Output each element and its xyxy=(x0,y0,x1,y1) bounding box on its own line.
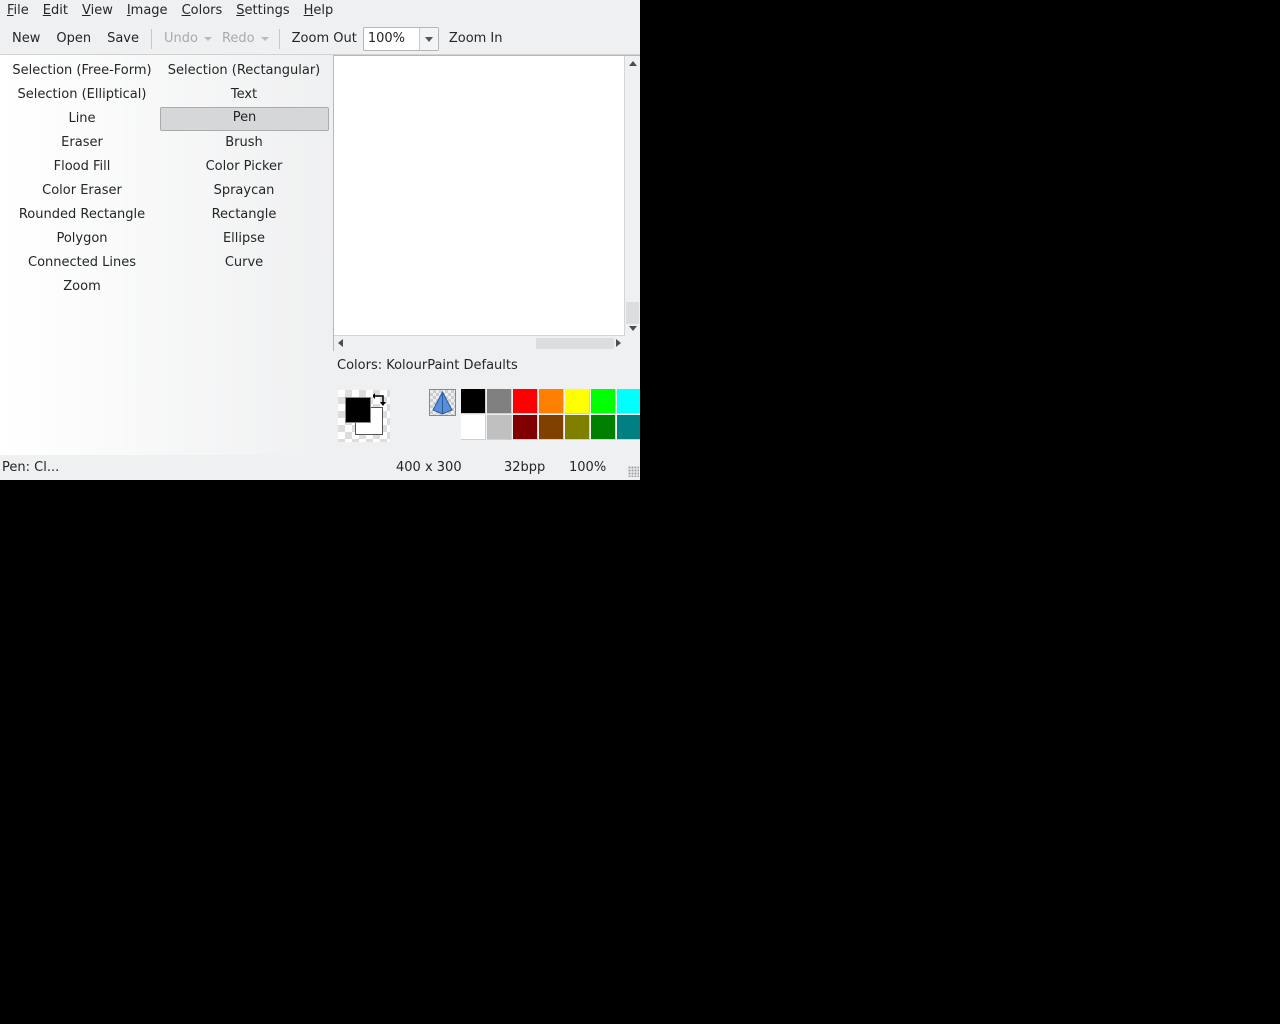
status-message: Pen: Cl... xyxy=(2,460,60,475)
color-palette xyxy=(461,389,640,442)
toolbar-separator xyxy=(278,28,280,49)
transparent-color-swatch[interactable] xyxy=(429,389,456,416)
chevron-down-icon[interactable] xyxy=(418,27,438,50)
palette-swatch[interactable] xyxy=(591,415,616,440)
palette-swatch[interactable] xyxy=(513,389,538,414)
tool-connected-lines[interactable]: Connected Lines xyxy=(0,252,166,274)
zoom-in-button[interactable]: Zoom In xyxy=(443,27,509,51)
tool-polygon[interactable]: Polygon xyxy=(0,228,166,250)
palette-swatch[interactable] xyxy=(461,389,486,414)
tool-spraycan[interactable]: Spraycan xyxy=(160,180,328,202)
drawing-canvas[interactable] xyxy=(333,55,640,351)
main-toolbar: New Open Save Undo Redo Zoom Out 100% Zo… xyxy=(0,23,640,55)
status-image-size: 400 x 300 xyxy=(396,460,462,475)
palette-swatch[interactable] xyxy=(513,415,538,440)
tool-curve[interactable]: Curve xyxy=(160,252,328,274)
menu-edit[interactable]: Edit xyxy=(36,0,75,22)
new-button[interactable]: New xyxy=(6,27,46,51)
zoom-out-button[interactable]: Zoom Out xyxy=(286,27,363,51)
colors-palette-label: Colors: KolourPaint Defaults xyxy=(337,358,518,373)
kolourpaint-window: File Edit View Image Colors Settings Hel… xyxy=(0,0,640,480)
palette-swatch[interactable] xyxy=(539,389,564,414)
tool-selection-elliptical[interactable]: Selection (Elliptical) xyxy=(0,84,166,106)
tool-selection-rectangular[interactable]: Selection (Rectangular) xyxy=(160,60,328,82)
tool-ellipse[interactable]: Ellipse xyxy=(160,228,328,250)
transparency-icon xyxy=(432,390,453,415)
vertical-scroll-thumb[interactable] xyxy=(626,302,639,324)
palette-swatch[interactable] xyxy=(565,415,590,440)
menu-image[interactable]: Image xyxy=(120,0,175,22)
palette-swatch[interactable] xyxy=(487,415,512,440)
tool-eraser[interactable]: Eraser xyxy=(0,132,166,154)
palette-swatch[interactable] xyxy=(617,415,640,440)
zoom-value[interactable]: 100% xyxy=(364,31,419,46)
palette-swatch[interactable] xyxy=(565,389,590,414)
vertical-scrollbar[interactable] xyxy=(624,56,640,336)
menu-file[interactable]: File xyxy=(0,0,36,22)
scroll-corner xyxy=(624,336,640,351)
tool-color-picker[interactable]: Color Picker xyxy=(160,156,328,178)
menu-help[interactable]: Help xyxy=(297,0,341,22)
undo-button[interactable]: Undo xyxy=(158,27,204,51)
foreground-background-colors[interactable] xyxy=(338,390,390,442)
status-color-depth: 32bpp xyxy=(504,460,546,475)
tool-line[interactable]: Line xyxy=(0,108,166,130)
palette-swatch[interactable] xyxy=(487,389,512,414)
zoom-combobox[interactable]: 100% xyxy=(362,26,439,51)
tool-selection-free-form[interactable]: Selection (Free-Form) xyxy=(0,60,166,82)
menu-colors[interactable]: Colors xyxy=(175,0,230,22)
menu-bar: File Edit View Image Colors Settings Hel… xyxy=(0,0,640,22)
resize-grip-icon[interactable] xyxy=(628,466,639,477)
palette-swatch[interactable] xyxy=(617,389,640,414)
tool-flood-fill[interactable]: Flood Fill xyxy=(0,156,166,178)
tool-zoom[interactable]: Zoom xyxy=(0,276,166,298)
status-zoom: 100% xyxy=(569,460,607,475)
redo-button[interactable]: Redo xyxy=(216,27,261,51)
toolbar-separator xyxy=(151,28,153,49)
tool-rectangle[interactable]: Rectangle xyxy=(160,204,328,226)
open-button[interactable]: Open xyxy=(50,27,97,51)
swap-colors-icon[interactable] xyxy=(372,391,389,411)
tool-text[interactable]: Text xyxy=(160,84,328,106)
save-button[interactable]: Save xyxy=(101,27,145,51)
redo-dropdown-icon[interactable] xyxy=(260,27,269,51)
tool-color-eraser[interactable]: Color Eraser xyxy=(0,180,166,202)
foreground-color-swatch[interactable] xyxy=(345,397,371,423)
horizontal-scrollbar[interactable] xyxy=(334,335,624,351)
status-bar: Pen: Cl... 400 x 300 32bpp 100% xyxy=(0,456,640,480)
scroll-arrows-icon xyxy=(629,61,637,331)
menu-settings[interactable]: Settings xyxy=(229,0,296,22)
palette-swatch[interactable] xyxy=(461,415,486,440)
palette-swatch[interactable] xyxy=(539,415,564,440)
tool-box: Selection (Free-Form) Selection (Ellipti… xyxy=(0,55,332,455)
horizontal-scroll-thumb[interactable] xyxy=(536,338,614,349)
undo-dropdown-icon[interactable] xyxy=(203,27,212,51)
tool-rounded-rectangle[interactable]: Rounded Rectangle xyxy=(0,204,166,226)
palette-swatch[interactable] xyxy=(591,389,616,414)
tool-pen[interactable]: Pen xyxy=(160,107,329,131)
menu-view[interactable]: View xyxy=(75,0,120,22)
tool-brush[interactable]: Brush xyxy=(160,132,328,154)
